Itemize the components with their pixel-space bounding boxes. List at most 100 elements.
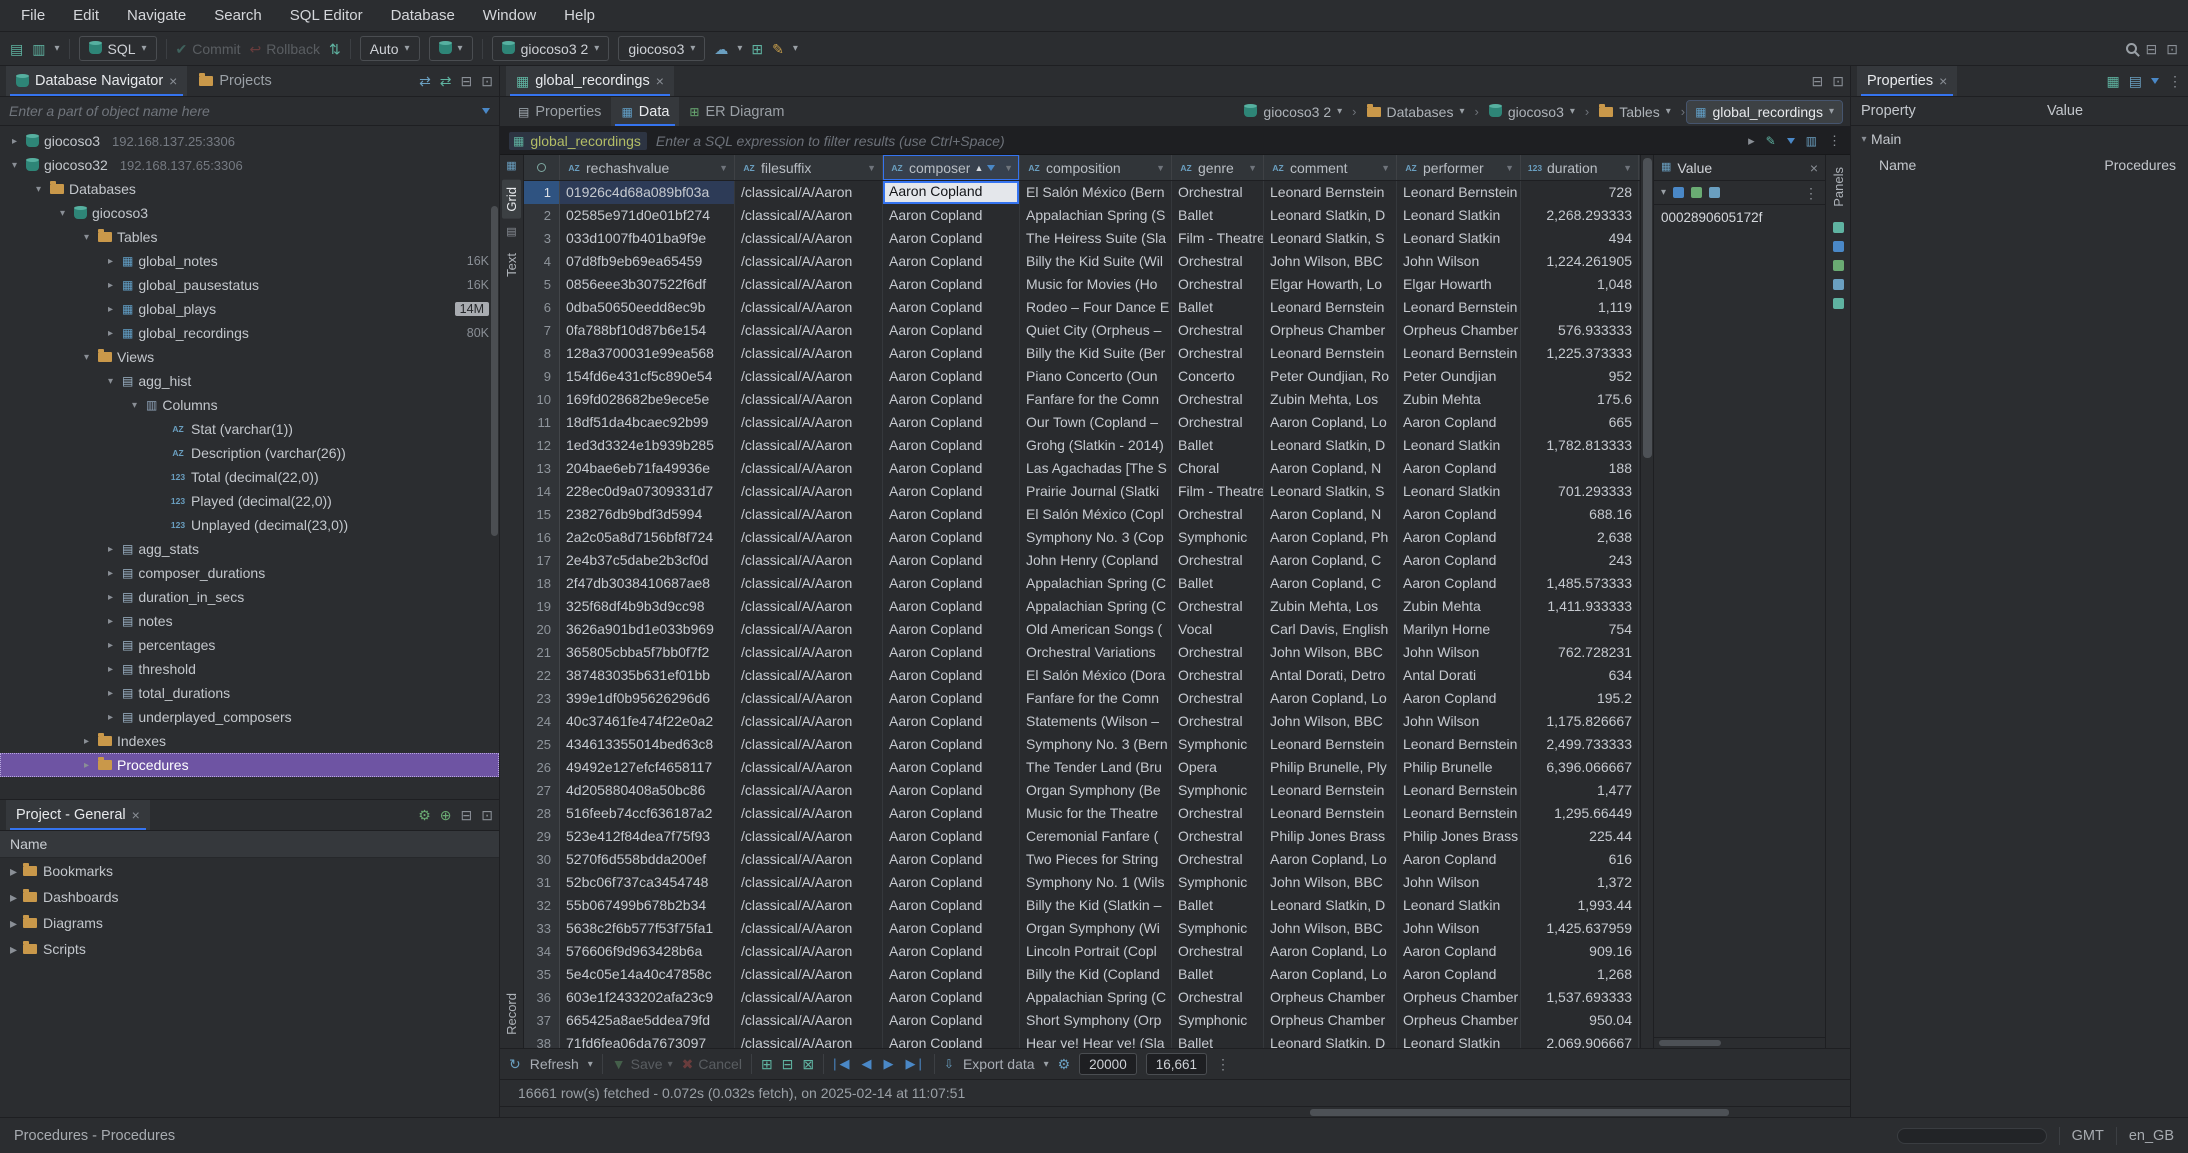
cell-genre[interactable]: Symphonic [1172,733,1264,756]
cell-rechashvalue[interactable]: 5638c2f6b577f53f75fa1 [560,917,735,940]
cell-performer[interactable]: Aaron Copland [1397,526,1521,549]
cell-duration[interactable]: 1,225.373333 [1521,342,1639,365]
expand-arrow-icon[interactable]: ▸ [104,640,117,651]
cell-comment[interactable]: Orpheus Chamber [1264,986,1397,1009]
cell-genre[interactable]: Orchestral [1172,319,1264,342]
cell-performer[interactable]: Leonard Bernstein [1397,733,1521,756]
cell-rechashvalue[interactable]: 07d8fb9eb69ea65459 [560,250,735,273]
close-icon[interactable]: × [1939,73,1947,89]
menu-database[interactable]: Database [378,3,468,28]
tree-item-played-decimal-22-0[interactable]: 123Played (decimal(22,0)) [0,489,499,513]
export-data-button[interactable]: Export data [963,1056,1035,1072]
tree-item-stat-varchar-1[interactable]: AZStat (varchar(1)) [0,417,499,441]
table-row[interactable]: 28516feeb74ccf636187a2/classical/A/Aaron… [524,802,1640,825]
cell-rechashvalue[interactable]: 033d1007fb401ba9f9e [560,227,735,250]
menu-help[interactable]: Help [551,3,608,28]
subtab-data[interactable]: ▦Data [611,97,679,126]
panels-tab[interactable]: Panels [1829,160,1848,214]
minimize-icon[interactable]: ⊟ [1812,74,1824,88]
cell-rechashvalue[interactable]: 3626a901bd1e033b969 [560,618,735,641]
tab-projects[interactable]: Projects [189,66,281,96]
cell-composition[interactable]: Our Town (Copland – [1020,411,1172,434]
active-connection-combo[interactable]: giocoso3 2 ▾ [492,36,610,61]
cancel-button[interactable]: ✖ Cancel [682,1056,742,1072]
cell-filesuffix[interactable]: /classical/A/Aaron [735,664,883,687]
cell-rechashvalue[interactable]: 169fd028682be9ece5e [560,388,735,411]
cell-rechashvalue[interactable]: 523e412f84dea7f75f93 [560,825,735,848]
expand-arrow-icon[interactable]: ▸ [80,736,93,747]
cell-comment[interactable]: John Wilson, BBC [1264,917,1397,940]
cell-duration[interactable]: 2,268.293333 [1521,204,1639,227]
cell-performer[interactable]: Leonard Bernstein [1397,342,1521,365]
cell-duration[interactable]: 1,372 [1521,871,1639,894]
maximize-panel-icon[interactable]: ⊡ [2166,42,2178,56]
menu-sql-editor[interactable]: SQL Editor [277,3,376,28]
transaction-log-icon[interactable]: ⇅ [329,42,341,56]
cell-composer[interactable]: Aaron Copland [883,986,1020,1009]
add-row-icon[interactable]: ⊞ [761,1057,773,1071]
cell-performer[interactable]: Peter Oundjian [1397,365,1521,388]
cell-composer[interactable]: Aaron Copland [883,227,1020,250]
expand-arrow-icon[interactable]: ▾ [128,400,141,411]
cell-comment[interactable]: Aaron Copland, Ph [1264,526,1397,549]
filter-table-chip[interactable]: ▦ global_recordings [509,132,647,150]
cell-composition[interactable]: Short Symphony (Orp [1020,1009,1172,1032]
cell-comment[interactable]: Aaron Copland, Lo [1264,848,1397,871]
subtab-er-diagram[interactable]: ⊞ER Diagram [679,97,794,126]
tree-item-columns[interactable]: ▾▥Columns [0,393,499,417]
breadcrumb-giocoso3-2[interactable]: giocoso3 2▾ [1236,101,1350,123]
expand-arrow-icon[interactable]: ▾ [56,208,69,219]
save-button[interactable]: ▼ Save ▾ [612,1056,673,1072]
tree-item-giocoso3[interactable]: ▾giocoso3 [0,201,499,225]
column-filter-icon[interactable]: ▼ [1156,163,1165,173]
cell-filesuffix[interactable]: /classical/A/Aaron [735,756,883,779]
edit-presentation-icon[interactable]: ✎ [1766,135,1776,147]
settings-gear-icon[interactable]: ⚙ [1058,1057,1071,1071]
settings-gear-icon[interactable]: ⚙ [418,808,431,822]
cell-composition[interactable]: Rodeo – Four Dance E [1020,296,1172,319]
cell-genre[interactable]: Orchestral [1172,273,1264,296]
breadcrumb-giocoso3[interactable]: giocoso3▾ [1481,101,1583,123]
presentation-tab-grid[interactable]: Grid [502,180,521,219]
cell-filesuffix[interactable]: /classical/A/Aaron [735,986,883,1009]
cell-composer[interactable]: Aaron Copland [883,733,1020,756]
table-row[interactable]: 3152bc06f737ca3454748/classical/A/AaronA… [524,871,1640,894]
cell-filesuffix[interactable]: /classical/A/Aaron [735,779,883,802]
close-icon[interactable]: × [132,807,140,823]
cell-duration[interactable]: 243 [1521,549,1639,572]
cell-performer[interactable]: Leonard Bernstein [1397,181,1521,204]
columns-config-icon[interactable]: ▥ [1806,135,1817,147]
cell-genre[interactable]: Symphonic [1172,1009,1264,1032]
cell-genre[interactable]: Ballet [1172,1032,1264,1048]
expand-arrow-icon[interactable]: ▾ [80,232,93,243]
refresh-icon[interactable]: ↻ [509,1057,521,1071]
cell-comment[interactable]: Leonard Bernstein [1264,181,1397,204]
cell-rechashvalue[interactable]: 204bae6eb71fa49936e [560,457,735,480]
cell-comment[interactable]: John Wilson, BBC [1264,641,1397,664]
cell-performer[interactable]: Antal Dorati [1397,664,1521,687]
cell-genre[interactable]: Orchestral [1172,848,1264,871]
cell-genre[interactable]: Ballet [1172,204,1264,227]
expand-arrow-icon[interactable]: ▸ [104,256,117,267]
breadcrumb-databases[interactable]: Databases▾ [1359,101,1473,123]
cell-genre[interactable]: Orchestral [1172,802,1264,825]
cell-rechashvalue[interactable]: 228ec0d9a07309331d7 [560,480,735,503]
cell-duration[interactable]: 2,069.906667 [1521,1032,1639,1048]
cell-rechashvalue[interactable]: 2a2c05a8d7156bf8f724 [560,526,735,549]
cell-composer[interactable]: Aaron Copland [883,526,1020,549]
cell-genre[interactable]: Orchestral [1172,250,1264,273]
column-header-composer[interactable]: AZcomposer▲▼ [883,155,1020,180]
cell-performer[interactable]: Leonard Slatkin [1397,894,1521,917]
cell-genre[interactable]: Film - Theatre [1172,227,1264,250]
cell-duration[interactable]: 175.6 [1521,388,1639,411]
calc-panel-icon[interactable] [1833,241,1844,252]
cell-rechashvalue[interactable]: 01926c4d68a089bf03a [560,181,735,204]
cell-composition[interactable]: Appalachian Spring (C [1020,986,1172,1009]
cell-genre[interactable]: Orchestral [1172,940,1264,963]
cell-composer[interactable]: Aaron Copland [883,779,1020,802]
expand-arrow-icon[interactable]: ▸ [80,760,93,771]
cell-performer[interactable]: Zubin Mehta [1397,388,1521,411]
column-header-rechashvalue[interactable]: AZrechashvalue▼ [560,155,735,180]
cell-performer[interactable]: Philip Brunelle [1397,756,1521,779]
cell-comment[interactable]: John Wilson, BBC [1264,871,1397,894]
